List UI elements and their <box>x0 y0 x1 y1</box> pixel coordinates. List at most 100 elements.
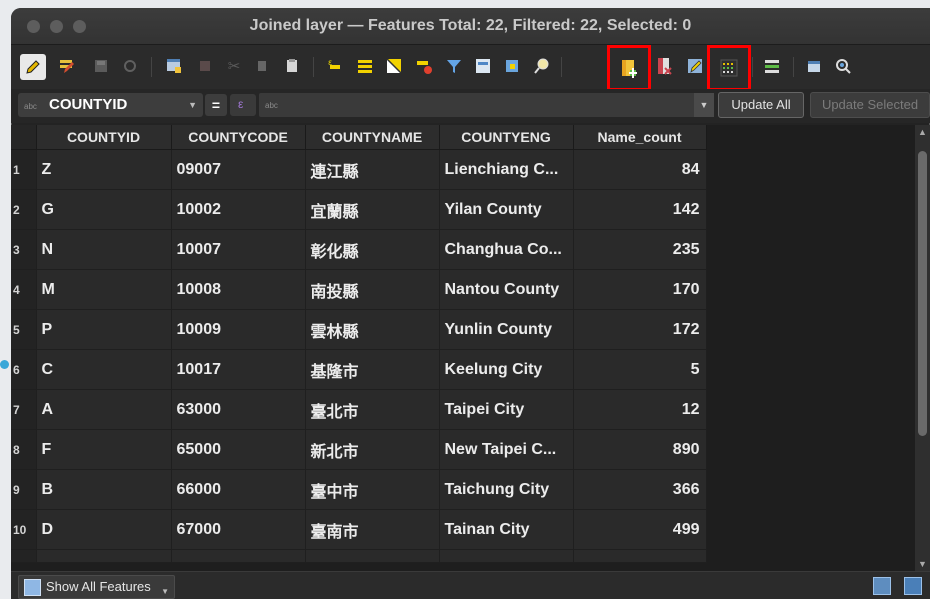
cell-countyid[interactable]: P <box>36 309 172 350</box>
cell-countyid[interactable]: M <box>36 269 172 310</box>
cell-name-count[interactable]: 12 <box>573 389 707 430</box>
show-all-features-dropdown[interactable]: Show All Features ▼ <box>18 575 175 599</box>
move-selection-to-top-icon[interactable] <box>470 53 496 79</box>
cell-name-count[interactable]: 499 <box>573 509 707 550</box>
cell-countycode[interactable]: 67000 <box>171 509 306 550</box>
cell-countyname[interactable]: 連江縣 <box>305 149 440 190</box>
pan-to-selection-icon[interactable] <box>499 53 525 79</box>
new-field-icon[interactable] <box>607 45 651 91</box>
row-number[interactable]: 5 <box>11 309 37 350</box>
dock-table-icon[interactable] <box>759 53 785 79</box>
cell-name-count[interactable]: 366 <box>573 469 707 510</box>
cell-name-count[interactable]: 170 <box>573 269 707 310</box>
cell-countyname[interactable]: 彰化縣 <box>305 229 440 270</box>
row-number[interactable]: 4 <box>11 269 37 310</box>
row-number[interactable]: 7 <box>11 389 37 430</box>
cell-countycode[interactable]: 10009 <box>171 309 306 350</box>
vertical-scrollbar[interactable]: ▲ ▼ <box>915 125 930 571</box>
field-select[interactable]: abc COUNTYID ▼ <box>18 93 203 117</box>
reload-icon[interactable] <box>117 53 143 79</box>
cell-countyeng[interactable]: Yilan County <box>439 189 574 230</box>
delete-feature-icon[interactable] <box>192 53 218 79</box>
cell-countyeng[interactable]: Changhua Co... <box>439 229 574 270</box>
cell-countyname[interactable]: 宜蘭縣 <box>305 189 440 230</box>
cell-countyid[interactable]: G <box>36 189 172 230</box>
row-number[interactable]: 8 <box>11 429 37 470</box>
cell-countyname[interactable]: 新北市 <box>305 429 440 470</box>
cell-countyid[interactable]: F <box>36 429 172 470</box>
corner-cell[interactable] <box>11 125 37 150</box>
cell-countycode[interactable]: 10008 <box>171 269 306 310</box>
cell-countyid[interactable]: D <box>36 509 172 550</box>
row-number[interactable]: 2 <box>11 189 37 230</box>
cell-name-count[interactable]: 235 <box>573 229 707 270</box>
cell-countyname[interactable]: 基隆市 <box>305 349 440 390</box>
cell-name-count[interactable]: 5 <box>573 349 707 390</box>
cell-countyeng[interactable]: Lienchiang C... <box>439 149 574 190</box>
row-number[interactable]: 9 <box>11 469 37 510</box>
cell-countycode[interactable]: 66000 <box>171 469 306 510</box>
multi-edit-icon[interactable] <box>54 53 80 79</box>
table-row-partial[interactable] <box>11 549 707 563</box>
row-number[interactable]: 3 <box>11 229 37 270</box>
filter-select-icon[interactable] <box>441 53 467 79</box>
cell-countyid[interactable]: Z <box>36 149 172 190</box>
cell-countycode[interactable]: 09007 <box>171 149 306 190</box>
table-row[interactable]: 1 Z 09007 連江縣 Lienchiang C... 84 <box>11 149 707 190</box>
invert-selection-icon[interactable] <box>381 53 407 79</box>
table-row[interactable]: 2 G 10002 宜蘭縣 Yilan County 142 <box>11 189 707 230</box>
cell-countyid[interactable]: C <box>36 349 172 390</box>
cell-countycode[interactable]: 63000 <box>171 389 306 430</box>
row-number[interactable]: 1 <box>11 149 37 190</box>
table-row[interactable]: 5 P 10009 雲林縣 Yunlin County 172 <box>11 309 707 350</box>
expression-input[interactable]: abc <box>259 93 714 117</box>
cell-countyname[interactable]: 南投縣 <box>305 269 440 310</box>
deselect-all-icon[interactable] <box>411 53 437 79</box>
column-header-countyid[interactable]: COUNTYID <box>36 125 172 150</box>
cell-countycode[interactable]: 65000 <box>171 429 306 470</box>
scrollbar-thumb[interactable] <box>918 151 927 436</box>
pencil-edit-icon[interactable] <box>20 54 46 80</box>
cell-countyname[interactable]: 臺北市 <box>305 389 440 430</box>
delete-field-icon[interactable] <box>651 53 677 79</box>
cell-countycode[interactable]: 10002 <box>171 189 306 230</box>
paste-icon[interactable] <box>279 53 305 79</box>
cut-icon[interactable]: ✂ <box>221 53 247 79</box>
column-header-countyeng[interactable]: COUNTYENG <box>439 125 574 150</box>
cell-name-count[interactable]: 172 <box>573 309 707 350</box>
save-edits-icon[interactable] <box>88 53 114 79</box>
cell-name-count[interactable]: 142 <box>573 189 707 230</box>
table-row[interactable]: 4 M 10008 南投縣 Nantou County 170 <box>11 269 707 310</box>
cell-countycode[interactable]: 10017 <box>171 349 306 390</box>
copy-icon[interactable] <box>250 53 276 79</box>
update-all-button[interactable]: Update All <box>718 92 804 118</box>
table-row[interactable]: 10 D 67000 臺南市 Tainan City 499 <box>11 509 707 550</box>
cell-countyeng[interactable]: Nantou County <box>439 269 574 310</box>
cell-countyid[interactable]: A <box>36 389 172 430</box>
column-header-countycode[interactable]: COUNTYCODE <box>171 125 306 150</box>
table-row[interactable]: 3 N 10007 彰化縣 Changhua Co... 235 <box>11 229 707 270</box>
select-all-icon[interactable] <box>352 53 378 79</box>
cell-name-count[interactable]: 84 <box>573 149 707 190</box>
cell-countyname[interactable]: 臺中市 <box>305 469 440 510</box>
cell-countyname[interactable]: 雲林縣 <box>305 309 440 350</box>
cell-countyname[interactable]: 臺南市 <box>305 509 440 550</box>
table-row[interactable]: 8 F 65000 新北市 New Taipei C... 890 <box>11 429 707 470</box>
expression-builder-button[interactable]: ε <box>230 94 256 116</box>
column-header-name-count[interactable]: Name_count <box>573 125 707 150</box>
cell-countyeng[interactable]: Tainan City <box>439 509 574 550</box>
table-view-icon[interactable] <box>904 577 922 595</box>
row-number[interactable]: 10 <box>11 509 37 550</box>
column-header-countyname[interactable]: COUNTYNAME <box>305 125 440 150</box>
cell-countyeng[interactable]: New Taipei C... <box>439 429 574 470</box>
table-row[interactable]: 7 A 63000 臺北市 Taipei City 12 <box>11 389 707 430</box>
field-calculator-icon[interactable] <box>682 53 708 79</box>
cell-countyeng[interactable]: Yunlin County <box>439 309 574 350</box>
zoom-map-icon[interactable] <box>830 53 856 79</box>
update-selected-button[interactable]: Update Selected <box>810 92 930 118</box>
add-feature-icon[interactable] <box>161 53 187 79</box>
table-row[interactable]: 6 C 10017 基隆市 Keelung City 5 <box>11 349 707 390</box>
select-by-expression-icon[interactable]: ε <box>323 53 349 79</box>
expression-dropdown-button[interactable]: ▼ <box>694 93 714 117</box>
conditional-formatting-icon[interactable] <box>707 45 751 91</box>
